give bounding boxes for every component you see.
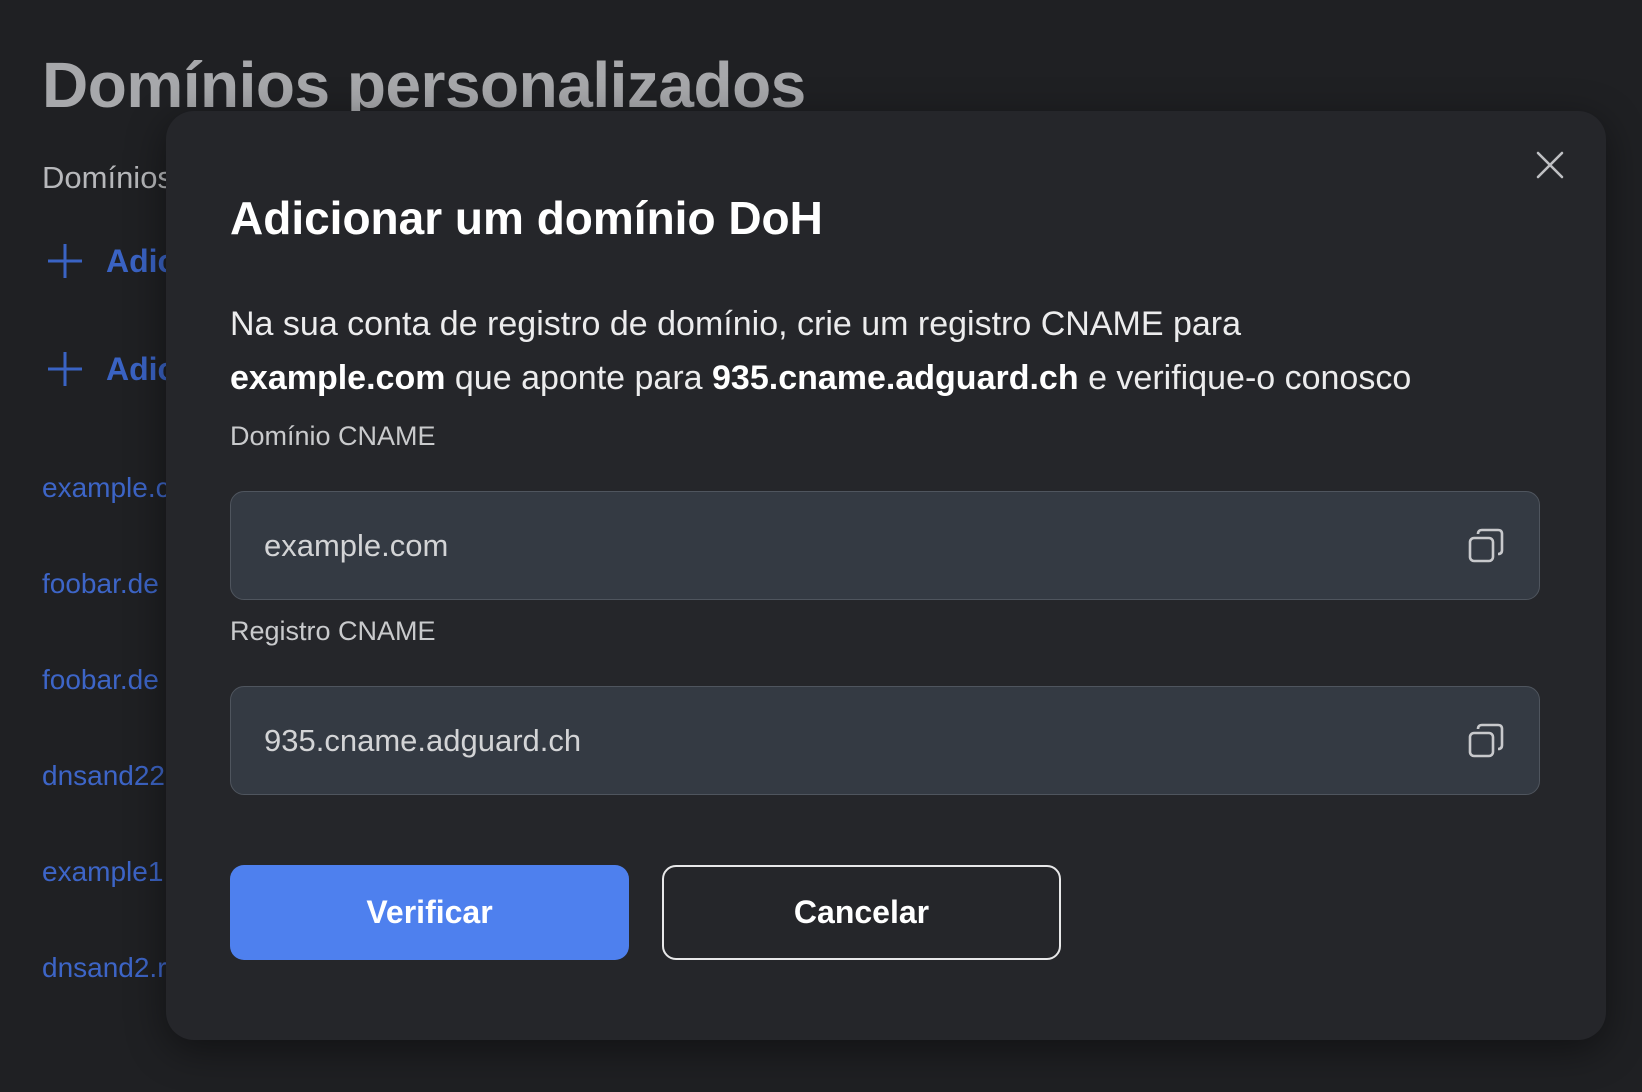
- add-domain-label: Adic: [106, 242, 176, 279]
- domain-link[interactable]: dnsand22: [42, 760, 165, 792]
- description-middle: que aponte para: [445, 359, 713, 397]
- modal-description: Na sua conta de registro de domínio, cri…: [230, 297, 1560, 405]
- page-subtitle: Domínios: [42, 160, 173, 195]
- plus-icon: [48, 244, 82, 278]
- copy-icon[interactable]: [1467, 722, 1505, 760]
- page: Domínios personalizados Domínios Adic Ad…: [0, 0, 1642, 1092]
- description-domain: example.com: [230, 359, 446, 397]
- close-icon[interactable]: [1534, 149, 1566, 181]
- description-line1: Na sua conta de registro de domínio, cri…: [230, 305, 1242, 343]
- modal-title: Adicionar um domínio DoH: [230, 192, 823, 244]
- cancel-button[interactable]: Cancelar: [662, 865, 1061, 960]
- cname-record-label: Registro CNAME: [230, 616, 436, 646]
- domain-link[interactable]: dnsand2.r: [42, 952, 167, 984]
- verify-button[interactable]: Verificar: [230, 865, 629, 960]
- domain-link[interactable]: foobar.de: [42, 664, 159, 696]
- cname-record-input[interactable]: [231, 687, 1431, 794]
- plus-icon: [48, 352, 82, 386]
- add-domain-button-2[interactable]: Adic: [46, 350, 175, 388]
- add-domain-button[interactable]: Adic: [46, 242, 175, 280]
- cname-domain-input[interactable]: [231, 492, 1431, 599]
- domain-link[interactable]: foobar.de: [42, 568, 159, 600]
- domain-link[interactable]: example.c: [42, 472, 170, 504]
- add-domain-label: Adic: [106, 350, 176, 387]
- copy-icon[interactable]: [1467, 527, 1505, 565]
- cname-domain-label: Domínio CNAME: [230, 421, 436, 451]
- cname-domain-field: [230, 491, 1540, 600]
- description-end: e verifique-o conosco: [1078, 359, 1412, 397]
- domain-link[interactable]: example1: [42, 856, 163, 888]
- description-target: 935.cname.adguard.ch: [712, 359, 1079, 397]
- cname-record-field: [230, 686, 1540, 795]
